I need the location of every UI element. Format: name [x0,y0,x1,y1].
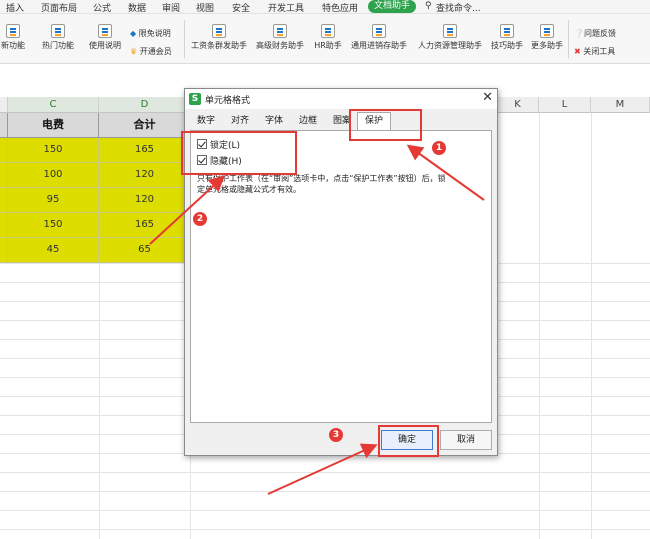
step-badge-3: 3 [329,428,343,442]
arrow-2 [149,175,225,245]
arrow-3 [267,443,378,495]
arrow-1 [406,144,485,201]
step-badge-2: 2 [193,212,207,226]
annotation-arrows [149,144,485,495]
step-badge-1: 1 [432,141,446,155]
